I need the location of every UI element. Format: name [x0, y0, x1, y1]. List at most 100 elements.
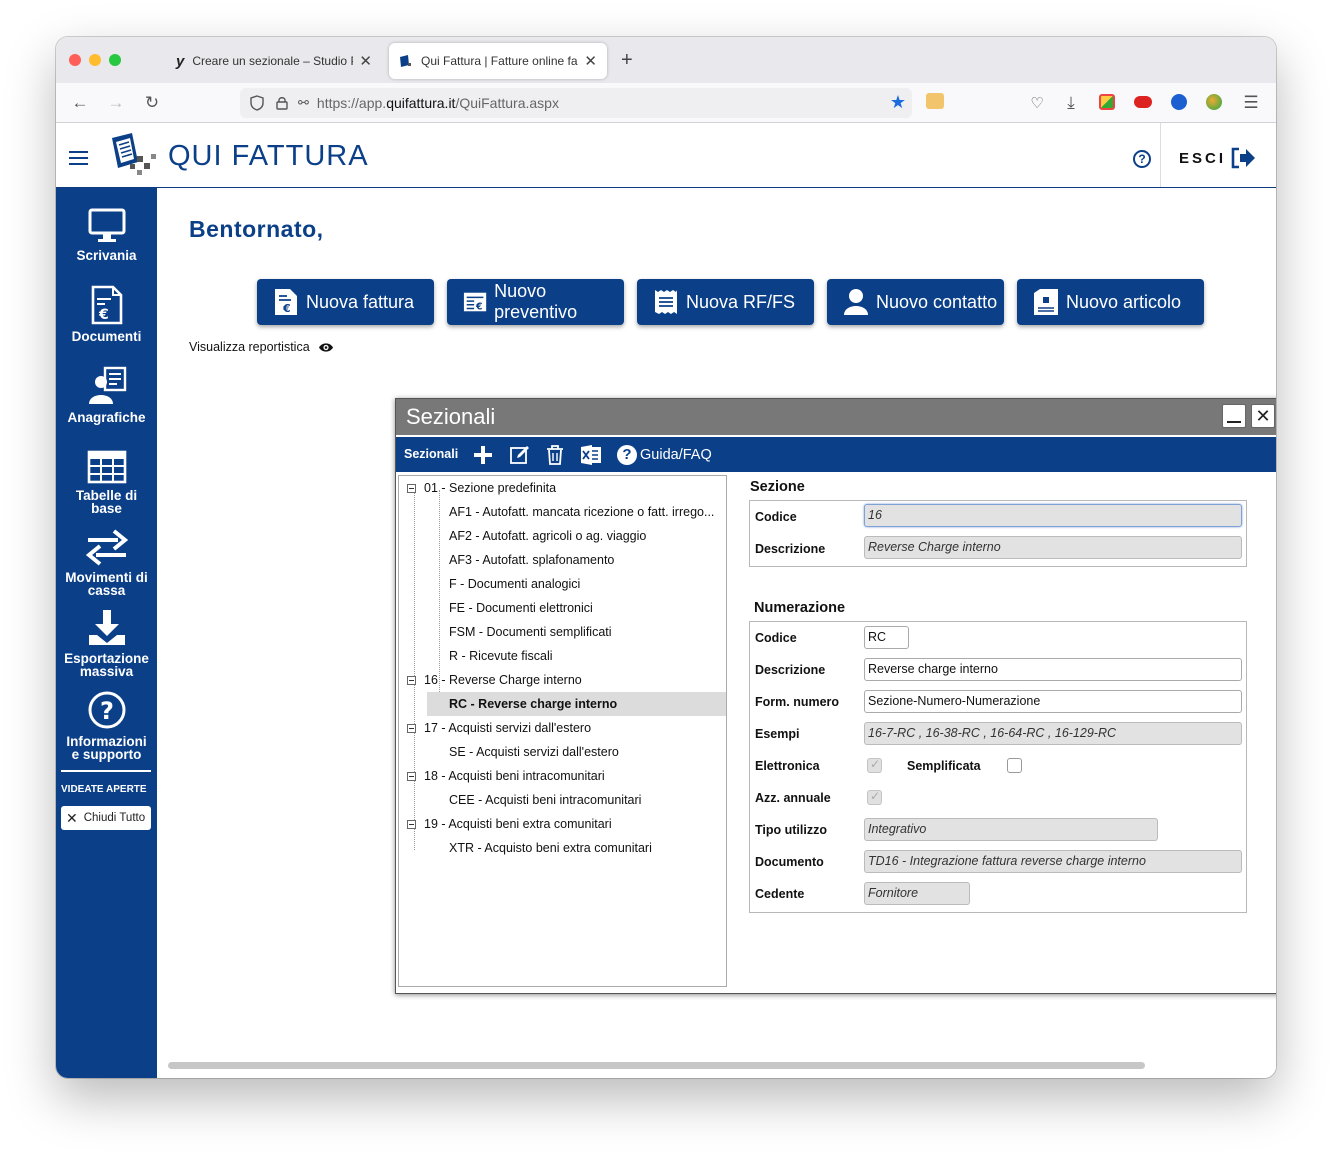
tree-node[interactable]: XTR - Acquisto beni extra comunitari — [449, 841, 652, 855]
tab-quifattura[interactable]: Qui Fattura | Fatture online facili ✕ — [389, 43, 607, 79]
cedente-field[interactable]: Fornitore — [864, 882, 970, 905]
tree-node[interactable]: AF3 - Autofatt. splafonamento — [449, 553, 614, 567]
tree-node[interactable]: SE - Acquisti servizi dall'estero — [449, 745, 619, 759]
tree-node[interactable]: FSM - Documenti semplificati — [449, 625, 612, 639]
elettronica-checkbox[interactable]: ✓ — [867, 757, 882, 773]
sezione-codice-field[interactable]: 16 — [864, 504, 1242, 527]
new-item-button[interactable]: Nuovo articolo — [1017, 279, 1204, 325]
tipo-utilizzo-field[interactable]: Integrativo — [864, 818, 1158, 841]
help-circle-icon: ? — [617, 445, 637, 465]
tree-node[interactable]: R - Ricevute fiscali — [449, 649, 553, 663]
transfer-arrows-icon — [85, 529, 128, 566]
logout-button[interactable]: ESCI — [1179, 147, 1256, 169]
back-button[interactable]: ← — [68, 91, 92, 115]
sidebar-item-label: massiva — [79, 664, 134, 679]
modal-title: Sezionali — [396, 399, 1276, 435]
sections-tree[interactable]: 01 - Sezione predefinita AF1 - Autofatt.… — [398, 475, 727, 987]
app-header: QUI FATTURA ? ESCI — [56, 123, 1276, 188]
tree-node[interactable]: 18 - Acquisti beni intracomunitari — [424, 769, 605, 783]
main-content: Bentornato, € Nuova fattura € Nuovo prev… — [157, 188, 1276, 1078]
contacts-card-icon — [88, 366, 126, 404]
tree-node[interactable]: 16 - Reverse Charge interno — [424, 673, 582, 687]
sidebar-item-movimenti[interactable]: Movimenti di cassa — [56, 528, 157, 597]
close-tab-icon[interactable]: ✕ — [584, 52, 597, 70]
sidebar-item-tabelle[interactable]: Tabelle di base — [56, 450, 157, 515]
extension-icon[interactable] — [1099, 94, 1115, 110]
close-window-button[interactable] — [69, 54, 81, 66]
tab-title: Qui Fattura | Fatture online facili — [421, 54, 579, 68]
collapse-icon[interactable] — [407, 820, 416, 829]
toolbar-label: Sezionali — [404, 447, 459, 461]
form-numero-field[interactable]: Sezione-Numero-Numerazione — [864, 690, 1242, 713]
extension-icon[interactable] — [1134, 96, 1152, 108]
tree-node[interactable]: FE - Documenti elettronici — [449, 601, 593, 615]
excel-export-icon[interactable] — [580, 445, 602, 465]
extension-icon[interactable] — [1206, 94, 1222, 110]
help-icon[interactable]: ? — [1133, 150, 1151, 168]
collapse-icon[interactable] — [407, 484, 416, 493]
collapse-icon[interactable] — [407, 772, 416, 781]
tree-node[interactable]: F - Documenti analogici — [449, 577, 580, 591]
sidebar-item-scrivania[interactable]: Scrivania — [56, 208, 157, 262]
reload-button[interactable]: ↻ — [140, 91, 164, 115]
semplificata-checkbox[interactable] — [1007, 758, 1022, 773]
collapse-icon[interactable] — [407, 676, 416, 685]
close-modal-button[interactable]: ✕ — [1251, 404, 1275, 428]
forward-button[interactable]: → — [104, 91, 128, 115]
lock-icon — [276, 97, 288, 110]
tree-node[interactable]: 19 - Acquisti beni extra comunitari — [424, 817, 612, 831]
documento-field[interactable]: TD16 - Integrazione fattura reverse char… — [864, 850, 1242, 873]
sidebar-item-anagrafiche[interactable]: Anagrafiche — [56, 366, 157, 424]
extension-icon[interactable] — [1171, 94, 1187, 110]
collapse-icon[interactable] — [407, 724, 416, 733]
tree-node[interactable]: AF1 - Autofatt. mancata ricezione o fatt… — [449, 505, 726, 519]
numerazione-codice-field[interactable]: RC — [864, 626, 909, 649]
open-views-label: VIDEATE APERTE — [61, 784, 147, 795]
tree-node-selected[interactable]: RC - Reverse charge interno — [449, 697, 617, 711]
tab-studio[interactable]: y Creare un sezionale – Studio Pir ✕ — [166, 43, 382, 79]
bookmark-star-icon[interactable]: ★ — [890, 92, 906, 113]
sidebar-item-informazioni[interactable]: ? Informazioni e supporto — [56, 690, 157, 761]
sidebar-item-documenti[interactable]: € Documenti — [56, 285, 157, 343]
esempi-field: 16-7-RC , 16-38-RC , 16-64-RC , 16-129-R… — [864, 722, 1242, 745]
help-button[interactable]: ? Guida/FAQ — [617, 445, 712, 465]
azz-annuale-checkbox[interactable]: ✓ — [867, 789, 882, 805]
url-bar[interactable]: ⚯ https://app.quifattura.it/QuiFattura.a… — [240, 88, 912, 118]
extension-icon[interactable] — [926, 93, 944, 109]
tree-node[interactable]: AF2 - Autofatt. agricoli o ag. viaggio — [449, 529, 646, 543]
menu-icon[interactable]: ☰ — [1239, 91, 1263, 115]
numerazione-descrizione-field[interactable]: Reverse charge interno — [864, 658, 1242, 681]
new-receipt-button[interactable]: Nuova RF/FS — [637, 279, 814, 325]
section-heading-numerazione: Numerazione — [754, 600, 846, 616]
tree-node[interactable]: 01 - Sezione predefinita — [424, 481, 556, 495]
close-tab-icon[interactable]: ✕ — [359, 52, 372, 70]
tree-node[interactable]: CEE - Acquisti beni intracomunitari — [449, 793, 641, 807]
trash-icon[interactable] — [546, 445, 564, 465]
hamburger-menu-icon[interactable] — [69, 151, 88, 165]
new-tab-button[interactable]: + — [621, 49, 633, 72]
reports-label: Visualizza reportistica — [189, 340, 310, 354]
sidebar-item-esportazione[interactable]: Esportazione massiva — [56, 609, 157, 678]
new-invoice-button[interactable]: € Nuova fattura — [257, 279, 434, 325]
nav-bar: ← → ↻ ⚯ https://app.quifattura.it/QuiFat… — [56, 83, 1276, 123]
sidebar-item-label: Documenti — [71, 329, 142, 344]
new-quote-button[interactable]: € Nuovo preventivo — [447, 279, 624, 325]
invoice-icon: € — [275, 289, 297, 315]
user-icon — [844, 289, 868, 315]
minimize-window-button[interactable] — [89, 54, 101, 66]
close-all-button[interactable]: ✕ Chiudi Tutto — [61, 806, 151, 830]
tree-node[interactable]: 17 - Acquisti servizi dall'estero — [424, 721, 591, 735]
downloads-icon[interactable]: ⤓ — [1059, 91, 1083, 115]
sezione-descrizione-field[interactable]: Reverse Charge interno — [864, 536, 1242, 559]
minimize-modal-button[interactable] — [1222, 404, 1246, 428]
new-contact-button[interactable]: Nuovo contatto — [827, 279, 1004, 325]
edit-icon[interactable] — [510, 445, 530, 465]
url-text: https://app.quifattura.it/QuiFattura.asp… — [317, 95, 559, 111]
pocket-icon[interactable]: ♡ — [1025, 91, 1049, 115]
field-label: Cedente — [755, 887, 805, 901]
zoom-window-button[interactable] — [109, 54, 121, 66]
horizontal-scrollbar[interactable] — [168, 1062, 1145, 1069]
reports-link[interactable]: Visualizza reportistica — [189, 340, 334, 354]
url-protocol: https://app. — [316, 95, 387, 111]
add-icon[interactable] — [473, 445, 493, 465]
